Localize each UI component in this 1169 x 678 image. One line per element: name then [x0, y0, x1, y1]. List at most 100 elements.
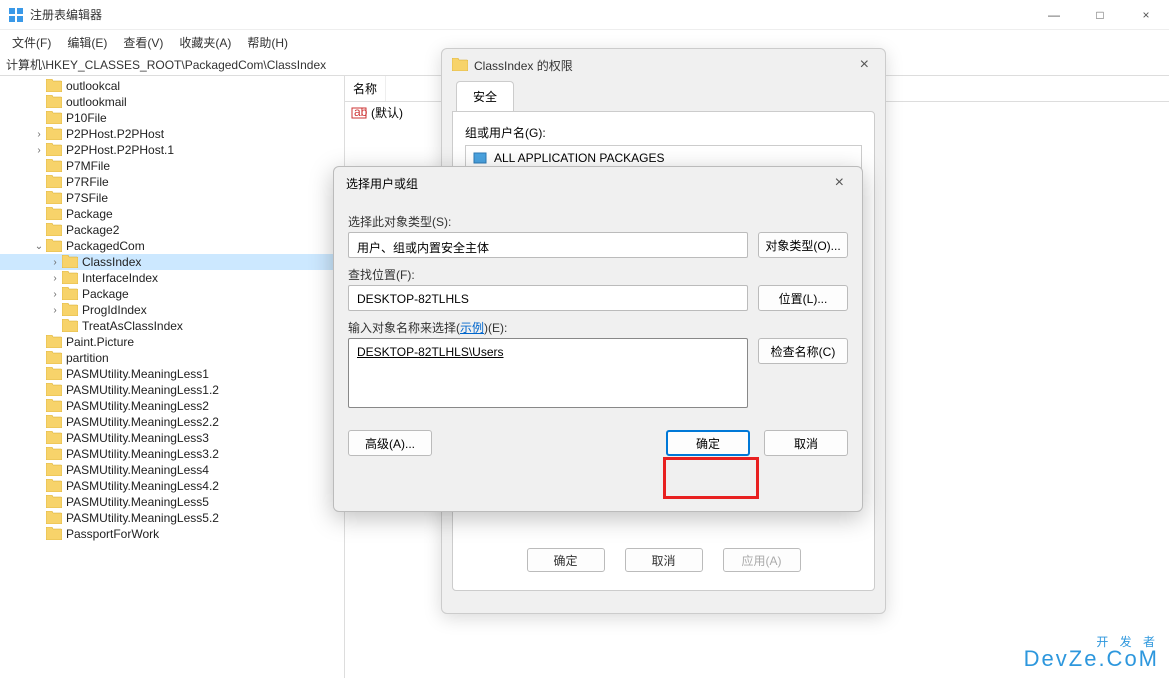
tree-item[interactable]: ›P2PHost.P2PHost.1 [0, 142, 344, 158]
select-ok-button[interactable]: 确定 [666, 430, 750, 456]
folder-icon [46, 511, 62, 525]
tree-item[interactable]: Package2 [0, 222, 344, 238]
tree-caret-icon[interactable]: › [48, 289, 62, 300]
tree-item[interactable]: PASMUtility.MeaningLess4 [0, 462, 344, 478]
permissions-close-button[interactable]: × [854, 54, 875, 76]
folder-icon [46, 527, 62, 541]
tree-item-label: Package [66, 207, 113, 221]
entered-object-name: DESKTOP-82TLHLS\Users [357, 345, 504, 359]
tree-caret-icon[interactable]: › [48, 305, 62, 316]
object-types-button[interactable]: 对象类型(O)... [758, 232, 848, 258]
tree-item-label: P7RFile [66, 175, 109, 189]
menu-favorites[interactable]: 收藏夹(A) [171, 32, 239, 53]
tree-item[interactable]: ›InterfaceIndex [0, 270, 344, 286]
tree-item[interactable]: P7RFile [0, 174, 344, 190]
tab-security[interactable]: 安全 [456, 81, 514, 111]
tree-item[interactable]: P7SFile [0, 190, 344, 206]
tree-item[interactable]: PASMUtility.MeaningLess1 [0, 366, 344, 382]
select-dialog-titlebar: 选择用户或组 × [334, 167, 862, 199]
location-field: DESKTOP-82TLHLS [348, 285, 748, 311]
minimize-button[interactable]: — [1031, 0, 1077, 30]
tree-item[interactable]: ›ClassIndex [0, 254, 344, 270]
tree-item[interactable]: PASMUtility.MeaningLess1.2 [0, 382, 344, 398]
advanced-button[interactable]: 高级(A)... [348, 430, 432, 456]
tree-item-label: P2PHost.P2PHost [66, 127, 164, 141]
tree-item-label: PASMUtility.MeaningLess5 [66, 495, 209, 509]
permissions-titlebar: ClassIndex 的权限 × [442, 49, 885, 81]
folder-icon [46, 223, 62, 237]
tree-caret-icon[interactable]: › [32, 129, 46, 140]
list-item[interactable]: ALL APPLICATION PACKAGES [468, 148, 859, 168]
tree-item-label: Package [82, 287, 129, 301]
folder-icon [46, 335, 62, 349]
tree-panel[interactable]: outlookcaloutlookmailP10File›P2PHost.P2P… [0, 76, 345, 678]
tree-item[interactable]: › ProgIdIndex [0, 302, 344, 318]
svg-text:ab: ab [354, 105, 367, 119]
tree-item-label: P7MFile [66, 159, 110, 173]
select-cancel-button[interactable]: 取消 [764, 430, 848, 456]
tree-item[interactable]: PASMUtility.MeaningLess3 [0, 430, 344, 446]
select-dialog-close-button[interactable]: × [829, 172, 850, 194]
tree-caret-icon[interactable]: ⌄ [32, 241, 46, 252]
menu-help[interactable]: 帮助(H) [239, 32, 296, 53]
tree-caret-icon[interactable]: › [48, 257, 62, 268]
tree-item[interactable]: TreatAsClassIndex [0, 318, 344, 334]
tree-caret-icon[interactable]: › [48, 273, 62, 284]
tree-item-label: TreatAsClassIndex [82, 319, 183, 333]
tree-item[interactable]: ⌄PackagedCom [0, 238, 344, 254]
tree-item[interactable]: PASMUtility.MeaningLess5 [0, 494, 344, 510]
package-icon [472, 150, 488, 166]
tree-item[interactable]: Paint.Picture [0, 334, 344, 350]
object-name-input[interactable]: DESKTOP-82TLHLS\Users [348, 338, 748, 408]
list-item-label: ALL APPLICATION PACKAGES [494, 151, 665, 165]
locations-button[interactable]: 位置(L)... [758, 285, 848, 311]
tree-item[interactable]: P10File [0, 110, 344, 126]
highlight-annotation [663, 457, 759, 499]
check-names-button[interactable]: 检查名称(C) [758, 338, 848, 364]
tree-item-label: PASMUtility.MeaningLess1.2 [66, 383, 219, 397]
examples-link[interactable]: 示例 [460, 321, 484, 335]
tree-item[interactable]: PASMUtility.MeaningLess5.2 [0, 510, 344, 526]
tree-item[interactable]: PASMUtility.MeaningLess2.2 [0, 414, 344, 430]
tree-item-label: outlookcal [66, 79, 120, 93]
tree-item[interactable]: PASMUtility.MeaningLess3.2 [0, 446, 344, 462]
tree-item-label: PASMUtility.MeaningLess3 [66, 431, 209, 445]
tree-item[interactable]: P7MFile [0, 158, 344, 174]
folder-icon [62, 255, 78, 269]
folder-icon [46, 143, 62, 157]
folder-icon [62, 303, 78, 317]
column-name[interactable]: 名称 [345, 76, 386, 101]
perm-cancel-button[interactable]: 取消 [625, 548, 703, 572]
close-button[interactable]: × [1123, 0, 1169, 30]
tree-item-label: PASMUtility.MeaningLess4 [66, 463, 209, 477]
menu-file[interactable]: 文件(F) [4, 32, 59, 53]
watermark: 开 发 者 DevZe.CoM [1024, 636, 1159, 670]
folder-icon [46, 191, 62, 205]
tree-item[interactable]: outlookmail [0, 94, 344, 110]
tree-item[interactable]: outlookcal [0, 78, 344, 94]
folder-icon [452, 58, 468, 72]
tree-item[interactable]: Package [0, 206, 344, 222]
enter-name-label: 输入对象名称来选择(示例)(E): [348, 319, 848, 336]
maximize-button[interactable]: □ [1077, 0, 1123, 30]
tree-item-label: P7SFile [66, 191, 108, 205]
tree-item[interactable]: PassportForWork [0, 526, 344, 542]
tree-item[interactable]: › P2PHost.P2PHost [0, 126, 344, 142]
tree-item-label: Paint.Picture [66, 335, 134, 349]
folder-icon [46, 447, 62, 461]
tree-item[interactable]: partition [0, 350, 344, 366]
perm-apply-button[interactable]: 应用(A) [723, 548, 801, 572]
tree-item-label: PASMUtility.MeaningLess2.2 [66, 415, 219, 429]
tree-item[interactable]: PASMUtility.MeaningLess2 [0, 398, 344, 414]
folder-icon [46, 399, 62, 413]
tree-item[interactable]: PASMUtility.MeaningLess4.2 [0, 478, 344, 494]
tree-caret-icon[interactable]: › [32, 145, 46, 156]
folder-icon [46, 431, 62, 445]
tree-item[interactable]: › Package [0, 286, 344, 302]
perm-ok-button[interactable]: 确定 [527, 548, 605, 572]
menu-edit[interactable]: 编辑(E) [59, 32, 115, 53]
tree-item-label: ProgIdIndex [82, 303, 147, 317]
tree-item-label: outlookmail [66, 95, 127, 109]
menu-view[interactable]: 查看(V) [115, 32, 171, 53]
folder-icon [46, 479, 62, 493]
